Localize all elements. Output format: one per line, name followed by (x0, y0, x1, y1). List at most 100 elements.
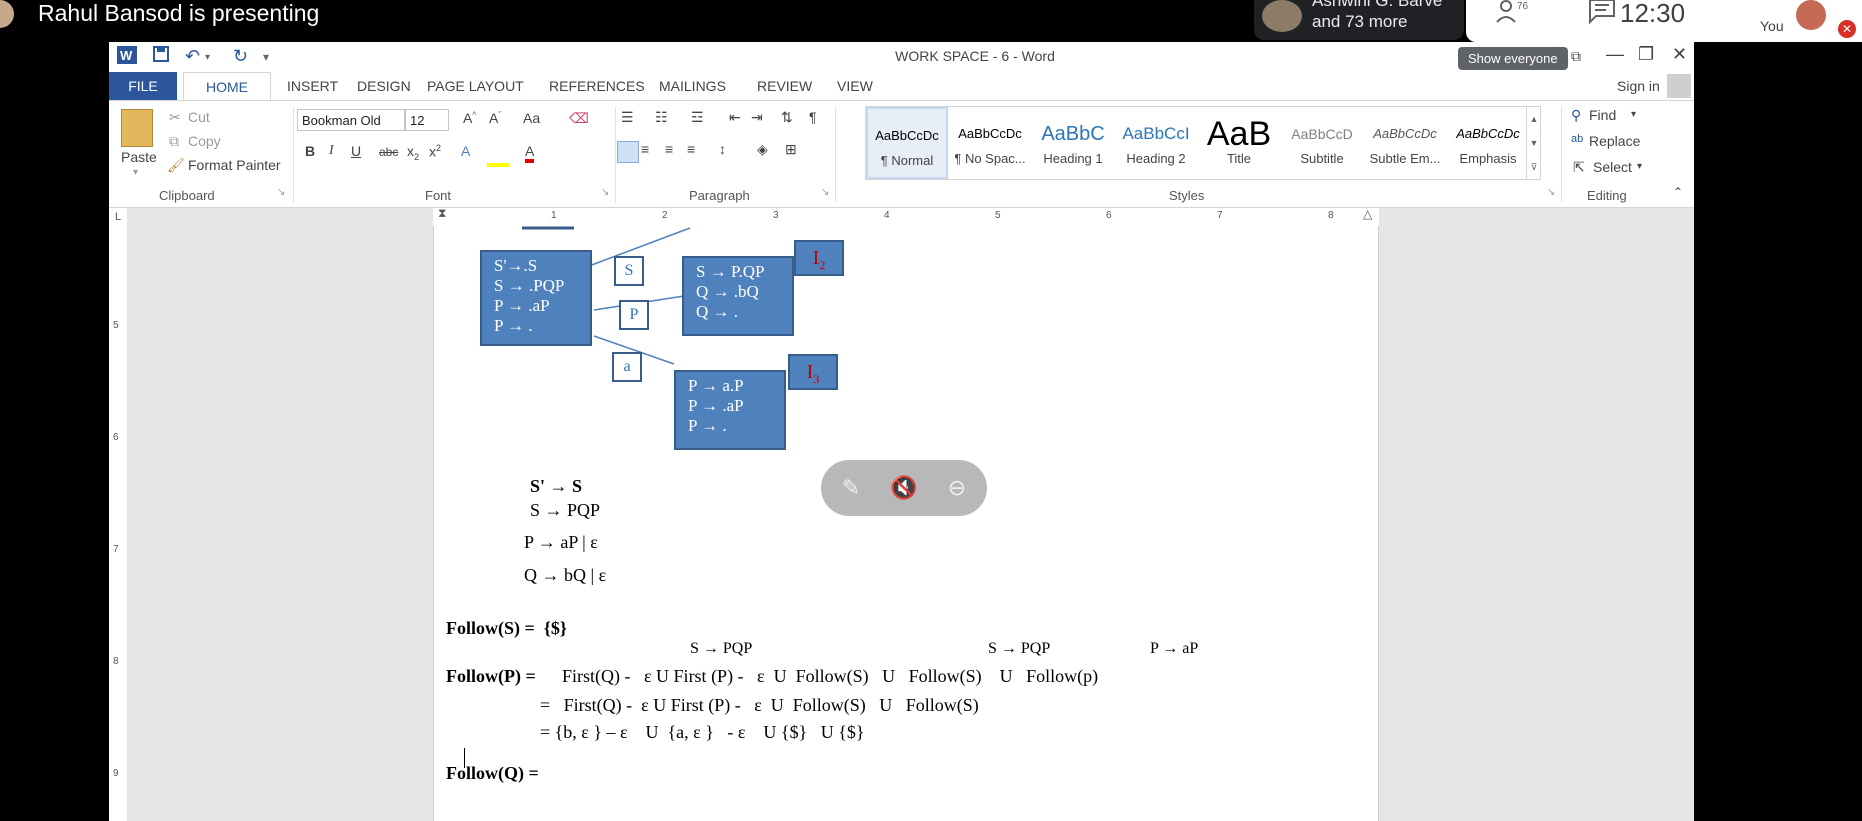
paragraph-launcher-icon[interactable]: ↘ (821, 187, 829, 198)
style-emphasis[interactable]: AaBbCcDc Emphasis (1447, 107, 1529, 179)
multilevel-list-icon[interactable]: ☲ (691, 109, 704, 126)
select-button[interactable]: Select (1593, 159, 1632, 175)
minimize-icon[interactable]: — (1606, 44, 1624, 65)
right-indent-marker-icon[interactable]: △ (1363, 207, 1372, 221)
style-title[interactable]: AaB Title (1198, 107, 1280, 179)
ribbon-display-icon[interactable]: ⧉ (1571, 48, 1581, 65)
follow-s-line: Follow(S) = {$} (446, 618, 567, 638)
restore-icon[interactable]: ❐ (1638, 44, 1654, 65)
undo-dropdown-icon[interactable]: ▾ (205, 52, 210, 63)
account-icon[interactable] (1667, 74, 1691, 98)
tab-page-layout[interactable]: PAGE LAYOUT (427, 78, 524, 94)
vertical-ruler[interactable]: 5 6 7 8 9 (109, 226, 127, 821)
chat-icon[interactable] (1588, 0, 1616, 24)
shrink-font-icon[interactable]: Aˇ (489, 110, 501, 126)
highlight-icon[interactable] (487, 145, 509, 167)
show-marks-icon[interactable]: ¶ (809, 109, 817, 125)
grammar-rule: Q → bQ | ε (524, 565, 607, 585)
people-icon[interactable]: 76 (1495, 0, 1529, 26)
unpin-icon[interactable]: ✎ (835, 472, 867, 504)
find-icon: ⚲ (1571, 107, 1582, 123)
line-spacing-icon[interactable]: ↕ (719, 141, 726, 157)
font-color-icon[interactable]: A (525, 143, 535, 163)
style-heading-2[interactable]: AaBbCcI Heading 2 (1115, 107, 1197, 179)
find-dropdown-icon[interactable]: ▾ (1631, 109, 1636, 120)
redo-icon[interactable]: ↻ (233, 46, 248, 67)
text-effects-icon[interactable]: A (461, 143, 470, 159)
goto-label-p: P (619, 300, 649, 330)
customize-qat-icon[interactable]: ▾ (263, 50, 269, 64)
ruler-number: 4 (884, 210, 890, 221)
indent-marker-icon[interactable]: ⧗ (438, 206, 446, 221)
ruler-number: 1 (551, 210, 557, 221)
clear-formatting-icon[interactable]: ⌫ (569, 110, 589, 127)
collapse-ribbon-icon[interactable]: ⌃ (1673, 185, 1683, 199)
mute-icon[interactable]: 🔇 (888, 472, 920, 504)
numbering-icon[interactable]: ☷ (655, 109, 668, 126)
participants-chip[interactable]: Ashwini G. Barve and 73 more (1254, 0, 1464, 40)
close-icon[interactable]: ✕ (1672, 44, 1687, 65)
save-icon[interactable] (153, 46, 169, 67)
justify-icon[interactable]: ≡ (687, 141, 695, 157)
grow-font-icon[interactable]: A^ (463, 110, 476, 126)
tab-insert[interactable]: INSERT (287, 78, 338, 94)
tab-mailings[interactable]: MAILINGS (659, 78, 726, 94)
item-set-i0: S'→.S S → .PQP P → .aP P → . (480, 250, 592, 346)
subscript-icon[interactable]: x2 (407, 143, 419, 162)
font-group-label: Font (425, 188, 452, 203)
align-left-icon[interactable] (617, 141, 639, 163)
superscript-icon[interactable]: x2 (429, 143, 441, 160)
style-heading-1[interactable]: AaBbC Heading 1 (1032, 107, 1114, 179)
tab-view[interactable]: VIEW (837, 78, 873, 94)
replace-button[interactable]: Replace (1589, 133, 1640, 149)
align-center-icon[interactable]: ≡ (641, 141, 649, 157)
horizontal-ruler[interactable]: ⧗ 1 2 3 4 5 6 7 8 △ (433, 206, 1379, 227)
align-right-icon[interactable]: ≡ (665, 141, 673, 157)
italic-icon[interactable]: I (329, 143, 334, 159)
clipboard-launcher-icon[interactable]: ↘ (277, 187, 285, 198)
tab-file[interactable]: FILE (109, 72, 177, 100)
underline-icon[interactable]: U (351, 143, 361, 159)
tab-home[interactable]: HOME (183, 72, 271, 100)
document-page[interactable]: S'→.S S → .PQP P → .aP P → . S P a S → P… (433, 226, 1379, 821)
people-count: 76 (1517, 1, 1529, 12)
bullets-icon[interactable]: ☰ (621, 109, 634, 126)
style-subtle-emphasis[interactable]: AaBbCcDc Subtle Em... (1364, 107, 1446, 179)
paste-button[interactable]: Paste (121, 149, 157, 165)
borders-icon[interactable]: ⊞ (785, 141, 797, 158)
font-name-combo[interactable]: Bookman Old (297, 109, 405, 131)
tab-review[interactable]: REVIEW (757, 78, 812, 94)
sign-in-link[interactable]: Sign in (1617, 78, 1660, 94)
paste-icon[interactable] (121, 109, 153, 147)
bold-icon[interactable]: B (305, 143, 315, 159)
undo-icon[interactable]: ↶ (185, 46, 200, 67)
find-button[interactable]: Find (1589, 107, 1616, 123)
change-case-button[interactable]: Aa (523, 110, 540, 126)
presenter-text: Rahul Bansod is presenting (38, 0, 320, 26)
decrease-indent-icon[interactable]: ⇤ (729, 109, 741, 126)
select-dropdown-icon[interactable]: ▾ (1637, 161, 1642, 172)
self-avatar[interactable] (1796, 0, 1826, 30)
editing-group-label: Editing (1587, 188, 1627, 203)
tab-selector-icon[interactable]: L (109, 208, 127, 226)
cut-button[interactable]: Cut (188, 109, 210, 125)
styles-launcher-icon[interactable]: ↘ (1547, 187, 1555, 198)
font-launcher-icon[interactable]: ↘ (601, 187, 609, 198)
format-painter-button[interactable]: Format Painter (188, 157, 281, 173)
tab-references[interactable]: REFERENCES (549, 78, 645, 94)
sort-icon[interactable]: ⇅ (781, 109, 793, 126)
style-no-spacing[interactable]: AaBbCcDc ¶ No Spac... (949, 107, 1031, 179)
strikethrough-icon[interactable]: abc (379, 145, 398, 159)
shading-icon[interactable]: ◈ (757, 141, 768, 158)
style-normal[interactable]: AaBbCcDc ¶ Normal (866, 107, 948, 179)
style-subtitle[interactable]: AaBbCcD Subtitle (1281, 107, 1363, 179)
remove-icon[interactable]: ⊖ (941, 472, 973, 504)
participant-more: and 73 more (1312, 12, 1408, 31)
grammar-rule: S → PQP (530, 500, 601, 520)
paste-dropdown-icon[interactable]: ▾ (133, 167, 138, 178)
copy-button[interactable]: Copy (188, 133, 221, 149)
tab-design[interactable]: DESIGN (357, 78, 411, 94)
font-size-combo[interactable]: 12 (405, 109, 449, 131)
increase-indent-icon[interactable]: ⇥ (751, 109, 763, 126)
styles-scroll[interactable]: ▲ ▼ ⊽ (1526, 107, 1541, 179)
